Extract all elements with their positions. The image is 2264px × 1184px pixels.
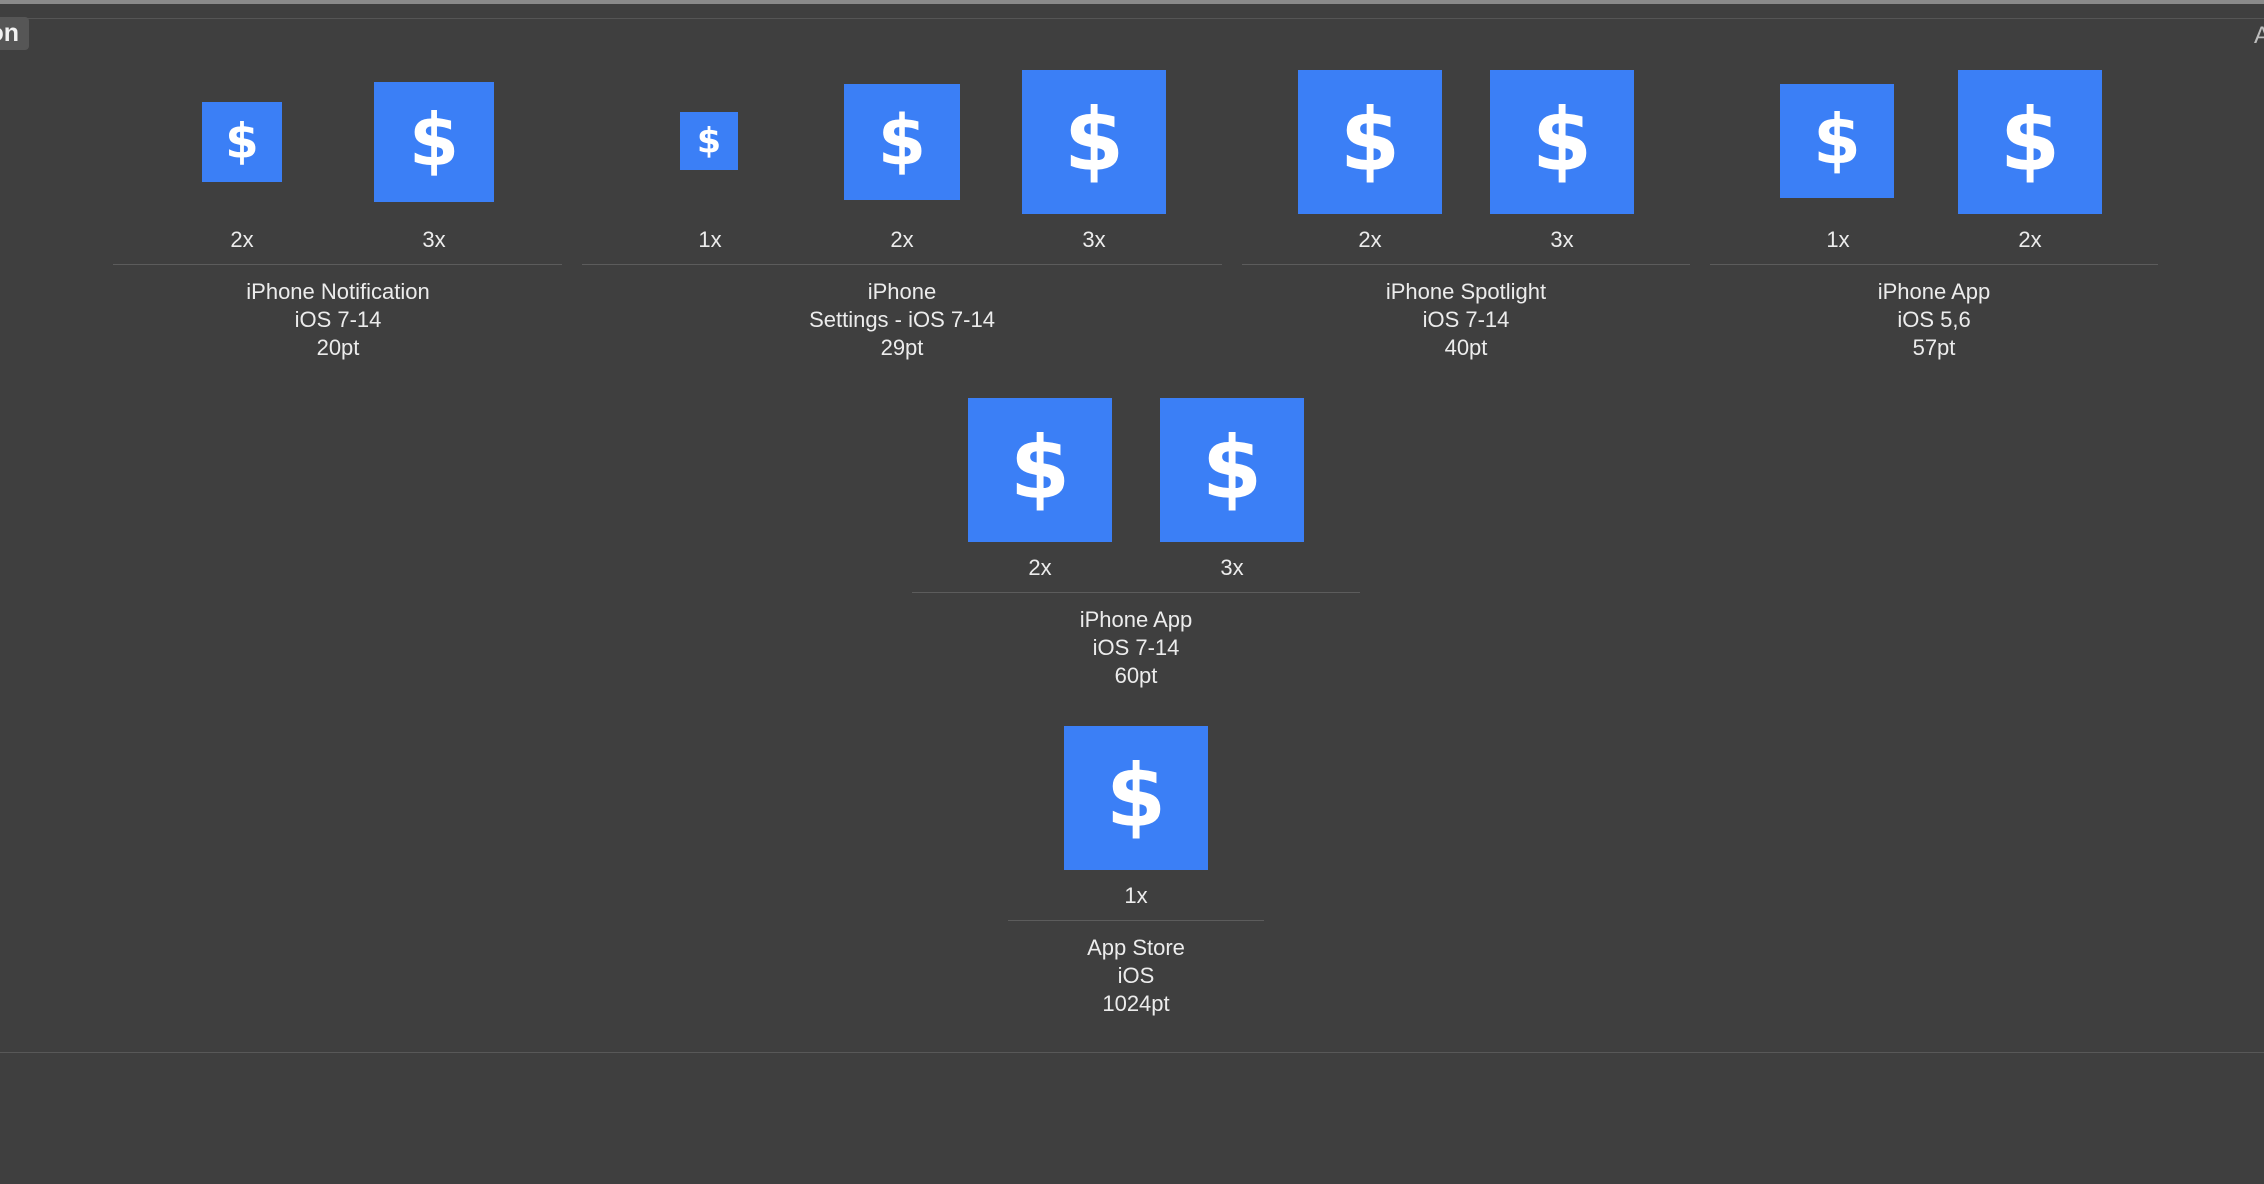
group-separator: [1242, 264, 1690, 265]
group-separator: [1008, 920, 1264, 921]
dollar-sign-icon: $: [1202, 419, 1262, 519]
dollar-sign-icon: $: [225, 113, 258, 169]
iphone-spotlight-icon-2x[interactable]: $: [1298, 70, 1442, 214]
group-title-line: iOS 7-14: [294, 307, 382, 332]
group-title-line: 60pt: [1114, 663, 1158, 688]
iphone-notification-title: iPhone Notification iOS 7-14 20pt: [128, 278, 548, 362]
iphone-settings-title: iPhone Settings - iOS 7-14 29pt: [652, 278, 1152, 362]
group-title-line: iOS 7-14: [1092, 635, 1180, 660]
group-title-line: 1024pt: [1102, 991, 1170, 1016]
dollar-sign-icon: $: [1532, 91, 1592, 191]
group-title-line: iOS 7-14: [1422, 307, 1510, 332]
dollar-sign-icon: $: [878, 101, 926, 182]
dollar-sign-icon: $: [2000, 91, 2060, 191]
dollar-glyph: $: [225, 113, 258, 169]
group-separator: [1710, 264, 2158, 265]
scale-label: 2x: [2018, 227, 2042, 252]
app-store-icon-1x[interactable]: $: [1064, 726, 1208, 870]
group-title-line: 29pt: [880, 335, 924, 360]
dollar-glyph: $: [697, 122, 721, 162]
dollar-glyph: $: [409, 98, 459, 182]
group-title-line: 20pt: [316, 335, 360, 360]
top-border: [0, 0, 2264, 4]
group-title-line: iOS: [1117, 963, 1155, 988]
group-title-line: iPhone App: [1877, 279, 1991, 304]
iphone-app-57-icon-1x[interactable]: $: [1780, 84, 1894, 198]
scale-label: 3x: [1550, 227, 1574, 252]
dollar-glyph: $: [1064, 91, 1124, 191]
tab-fragment[interactable]: on: [0, 17, 29, 50]
top-divider: [0, 18, 2264, 19]
group-title-line: App Store: [1087, 935, 1185, 960]
iphone-settings-icon-1x[interactable]: $: [680, 112, 738, 170]
bottom-divider: [0, 1052, 2264, 1053]
iphone-spotlight-title: iPhone Spotlight iOS 7-14 40pt: [1256, 278, 1676, 362]
group-separator: [582, 264, 1222, 265]
iphone-notification-icon-3x[interactable]: $: [374, 82, 494, 202]
scale-label: 3x: [1220, 555, 1244, 580]
scale-label: 2x: [1358, 227, 1382, 252]
dollar-sign-icon: $: [1340, 91, 1400, 191]
iphone-app-57-icon-2x[interactable]: $: [1958, 70, 2102, 214]
dollar-glyph: $: [1010, 419, 1070, 519]
group-title-line: Settings - iOS 7-14: [809, 307, 995, 332]
iphone-app-60-title: iPhone App iOS 7-14 60pt: [926, 606, 1346, 690]
iphone-settings-icon-3x[interactable]: $: [1022, 70, 1166, 214]
group-title-line: 40pt: [1444, 335, 1488, 360]
scale-label: 3x: [1082, 227, 1106, 252]
iphone-settings-icon-2x[interactable]: $: [844, 84, 960, 200]
dollar-sign-icon: $: [1064, 91, 1124, 191]
dollar-sign-icon: $: [1106, 747, 1166, 847]
group-title-line: iPhone App: [1079, 607, 1193, 632]
dollar-sign-icon: $: [409, 98, 459, 182]
group-separator: [113, 264, 562, 265]
dollar-glyph: $: [1813, 101, 1861, 180]
group-title-line: iPhone: [867, 279, 937, 304]
iphone-spotlight-icon-3x[interactable]: $: [1490, 70, 1634, 214]
group-title-line: 57pt: [1912, 335, 1956, 360]
iphone-app-60-icon-2x[interactable]: $: [968, 398, 1112, 542]
scale-label: 2x: [890, 227, 914, 252]
group-title-line: iPhone Notification: [246, 279, 430, 304]
scale-label: 2x: [230, 227, 254, 252]
scale-label: 1x: [1124, 883, 1148, 908]
group-separator: [912, 592, 1360, 593]
dollar-glyph: $: [1532, 91, 1592, 191]
iphone-app-60-icon-3x[interactable]: $: [1160, 398, 1304, 542]
group-title-line: iOS 5,6: [1897, 307, 1971, 332]
app-icon-set-editor: on A $2x $3x iPhone Notification iOS 7-14 20…: [0, 0, 2264, 1184]
app-store-title: App Store iOS 1024pt: [986, 934, 1286, 1018]
dollar-glyph: $: [1202, 419, 1262, 519]
iphone-app-57-title: iPhone App iOS 5,6 57pt: [1724, 278, 2144, 362]
corner-glyph: A: [2254, 22, 2264, 49]
scale-label: 3x: [422, 227, 446, 252]
dollar-glyph: $: [878, 101, 926, 182]
dollar-sign-icon: $: [1813, 101, 1861, 180]
scale-label: 1x: [698, 227, 722, 252]
iphone-notification-icon-2x[interactable]: $: [202, 102, 282, 182]
dollar-glyph: $: [1106, 747, 1166, 847]
dollar-glyph: $: [1340, 91, 1400, 191]
dollar-sign-icon: $: [1010, 419, 1070, 519]
group-title-line: iPhone Spotlight: [1385, 279, 1547, 304]
scale-label: 2x: [1028, 555, 1052, 580]
dollar-sign-icon: $: [697, 122, 721, 162]
scale-label: 1x: [1826, 227, 1850, 252]
dollar-glyph: $: [2000, 91, 2060, 191]
